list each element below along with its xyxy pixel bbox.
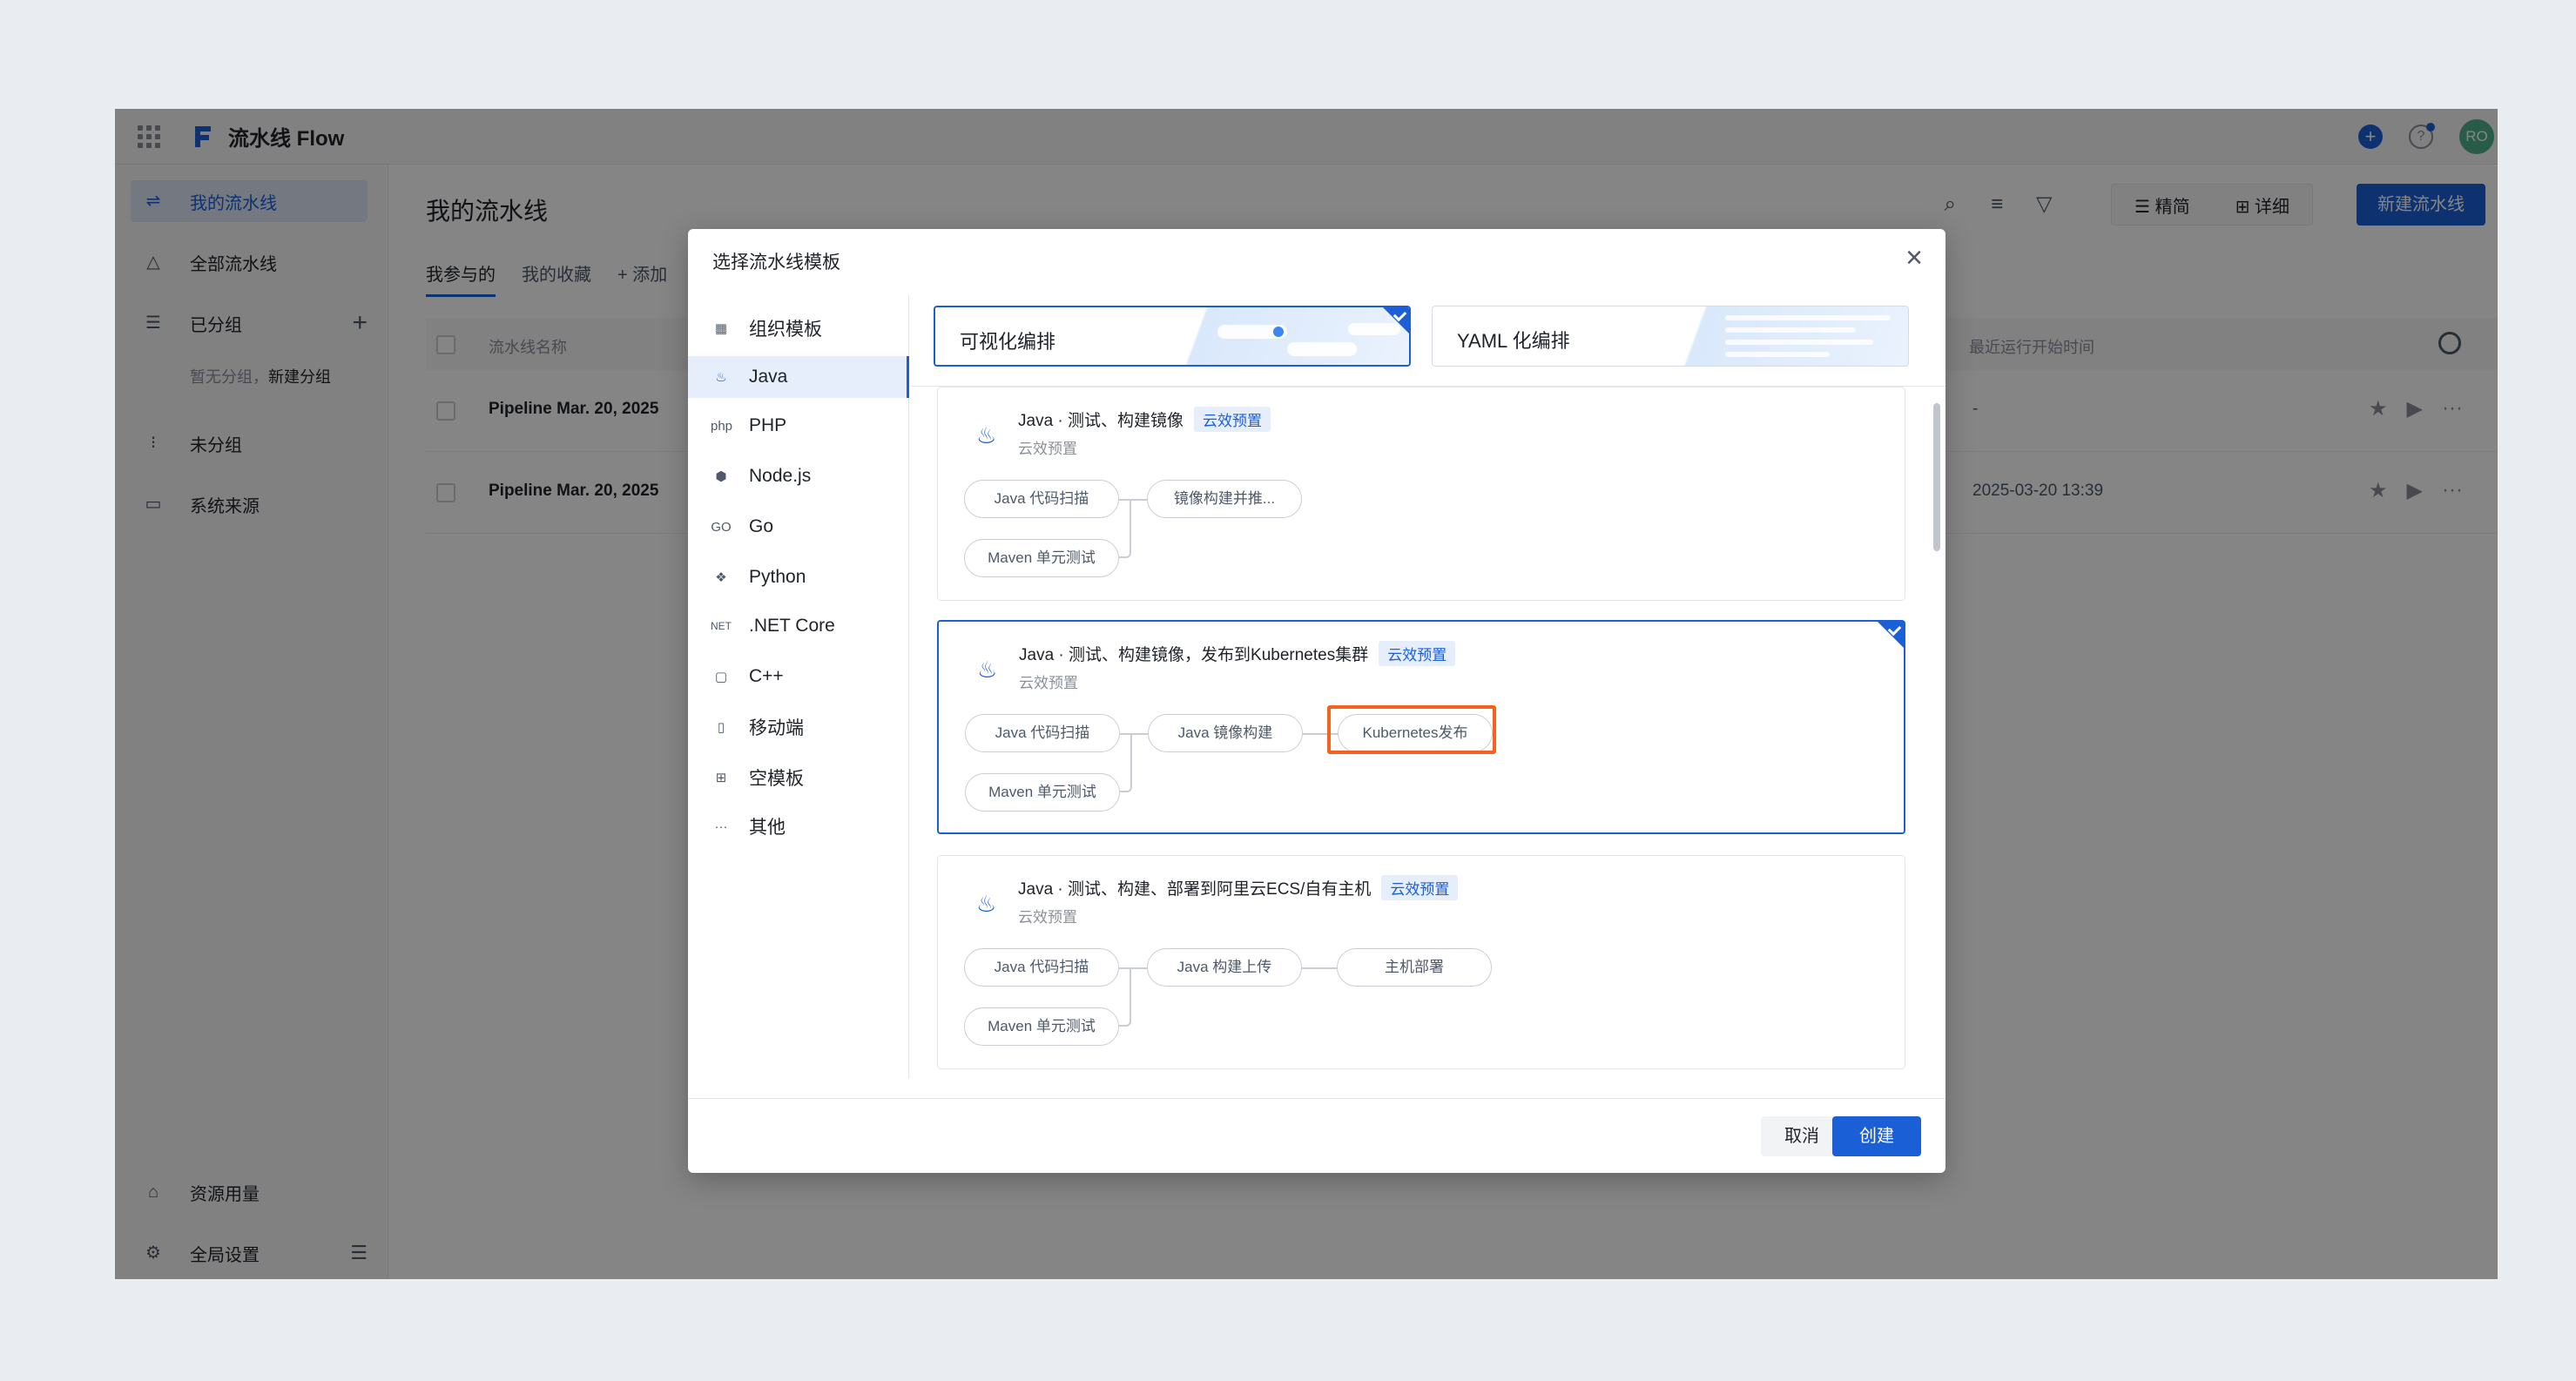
template-card-selected[interactable]: ♨ Java · 测试、构建镜像，发布到Kubernetes集群 云效预置 云效预…	[937, 620, 1905, 834]
mode-label: 可视化编排	[960, 331, 1056, 353]
preset-badge: 云效预置	[1379, 641, 1456, 666]
stage-image-build: Java 镜像构建	[1148, 714, 1303, 752]
nav-item-java[interactable]: ♨ Java	[688, 356, 909, 398]
nav-item-nodejs[interactable]: ⬢ Node.js	[688, 455, 909, 497]
mode-illustration	[1157, 307, 1409, 365]
java-icon: ♨	[715, 370, 727, 385]
cpp-icon: ▢	[714, 670, 728, 684]
go-icon: GO	[711, 519, 732, 535]
dialog-footer: 取消 创建	[688, 1098, 1945, 1173]
code-illustration-icon	[1725, 315, 1891, 357]
template-title: Java · 测试、构建镜像 云效预置	[1018, 407, 1271, 432]
mode-yaml[interactable]: YAML 化编排	[1432, 306, 1909, 367]
nav-item-label: 组织模板	[749, 320, 822, 340]
stage-image-build: 镜像构建并推...	[1147, 480, 1302, 518]
template-dialog: 选择流水线模板 × ▦ 组织模板 ♨ Java php PHP ⬢ Node.js GO…	[688, 229, 1945, 1173]
stage-unit-test: Maven 单元测试	[964, 539, 1119, 577]
more-icon: ···	[714, 818, 728, 834]
template-source: 云效预置	[1018, 909, 1077, 926]
mode-illustration	[1656, 307, 1908, 366]
nav-item-label: 移动端	[749, 718, 804, 738]
template-name: Java · 测试、构建镜像	[1018, 412, 1184, 430]
nav-item-label: C++	[749, 666, 784, 686]
dotnet-icon: NET	[711, 620, 732, 632]
nav-item-python[interactable]: ❖ Python	[688, 556, 909, 598]
nav-item-org-templates[interactable]: ▦ 组织模板	[688, 307, 909, 349]
highlight-box	[1327, 705, 1496, 754]
stage-code-scan: Java 代码扫描	[964, 948, 1119, 987]
stage-build-upload: Java 构建上传	[1147, 948, 1302, 987]
preset-badge: 云效预置	[1194, 407, 1271, 432]
nav-item-label: 空模板	[749, 769, 804, 789]
java-icon: ♨	[976, 422, 997, 448]
template-name: Java · 测试、构建镜像，发布到Kubernetes集群	[1019, 646, 1369, 664]
nav-item-label: 其他	[749, 818, 786, 838]
template-card[interactable]: ♨ Java · 测试、构建、部署到阿里云ECS/自有主机 云效预置 云效预置 J…	[937, 855, 1905, 1069]
stage-connector	[1119, 967, 1131, 1027]
php-icon: php	[711, 418, 733, 434]
nav-item-label: .NET Core	[749, 616, 835, 636]
nav-item-php[interactable]: php PHP	[688, 405, 909, 447]
template-category-nav: ▦ 组织模板 ♨ Java php PHP ⬢ Node.js GO Go ❖ Python…	[688, 295, 909, 1079]
nav-item-label: PHP	[749, 415, 787, 435]
nav-item-dotnet[interactable]: NET .NET Core	[688, 605, 909, 647]
template-source: 云效预置	[1019, 675, 1078, 691]
nav-item-label: Go	[749, 516, 774, 536]
scrollbar-thumb[interactable]	[1933, 403, 1940, 551]
create-button[interactable]: 创建	[1832, 1116, 1921, 1156]
template-list-scrollbar[interactable]	[1933, 386, 1942, 1079]
template-card[interactable]: ♨ Java · 测试、构建镜像 云效预置 云效预置 Java 代码扫描 Mave…	[937, 387, 1905, 601]
mobile-icon: ▯	[717, 720, 725, 735]
template-title: Java · 测试、构建、部署到阿里云ECS/自有主机 云效预置	[1018, 875, 1459, 900]
stage-host-deploy: 主机部署	[1337, 948, 1492, 987]
selected-check-icon	[1878, 622, 1904, 648]
blank-template-icon: ⊞	[715, 771, 727, 785]
nav-item-label: Python	[749, 567, 806, 587]
mode-visual[interactable]: 可视化编排	[934, 306, 1411, 367]
nav-item-other[interactable]: ··· 其他	[688, 805, 909, 847]
nav-item-go[interactable]: GO Go	[688, 506, 909, 548]
preset-badge: 云效预置	[1381, 875, 1459, 900]
stage-connector	[1302, 967, 1337, 969]
stage-unit-test: Maven 单元测试	[964, 1007, 1119, 1046]
nav-item-blank[interactable]: ⊞ 空模板	[688, 757, 909, 798]
nav-item-mobile[interactable]: ▯ 移动端	[688, 706, 909, 748]
java-icon: ♨	[977, 657, 998, 683]
stage-unit-test: Maven 单元测试	[965, 773, 1120, 812]
stage-code-scan: Java 代码扫描	[965, 714, 1120, 752]
template-name: Java · 测试、构建、部署到阿里云ECS/自有主机	[1018, 880, 1372, 899]
stage-connector	[1120, 733, 1132, 792]
flow-illustration-icon	[1217, 323, 1400, 356]
java-icon: ♨	[976, 891, 997, 917]
dialog-title: 选择流水线模板	[712, 253, 840, 273]
close-icon[interactable]: ×	[1905, 241, 1923, 275]
python-icon: ❖	[715, 570, 727, 585]
stage-connector	[1119, 499, 1131, 558]
template-source: 云效预置	[1018, 441, 1077, 457]
cancel-button[interactable]: 取消	[1761, 1116, 1843, 1156]
mode-label: YAML 化编排	[1457, 330, 1570, 352]
nodejs-icon: ⬢	[715, 469, 727, 484]
stage-code-scan: Java 代码扫描	[964, 480, 1119, 518]
grid-icon: ▦	[714, 321, 728, 336]
template-list: ♨ Java · 测试、构建镜像 云效预置 云效预置 Java 代码扫描 Mave…	[909, 386, 1945, 1079]
nav-item-label: Java	[749, 367, 788, 387]
nav-item-label: Node.js	[749, 466, 812, 486]
nav-item-cpp[interactable]: ▢ C++	[688, 656, 909, 697]
template-title: Java · 测试、构建镜像，发布到Kubernetes集群 云效预置	[1019, 641, 1456, 666]
